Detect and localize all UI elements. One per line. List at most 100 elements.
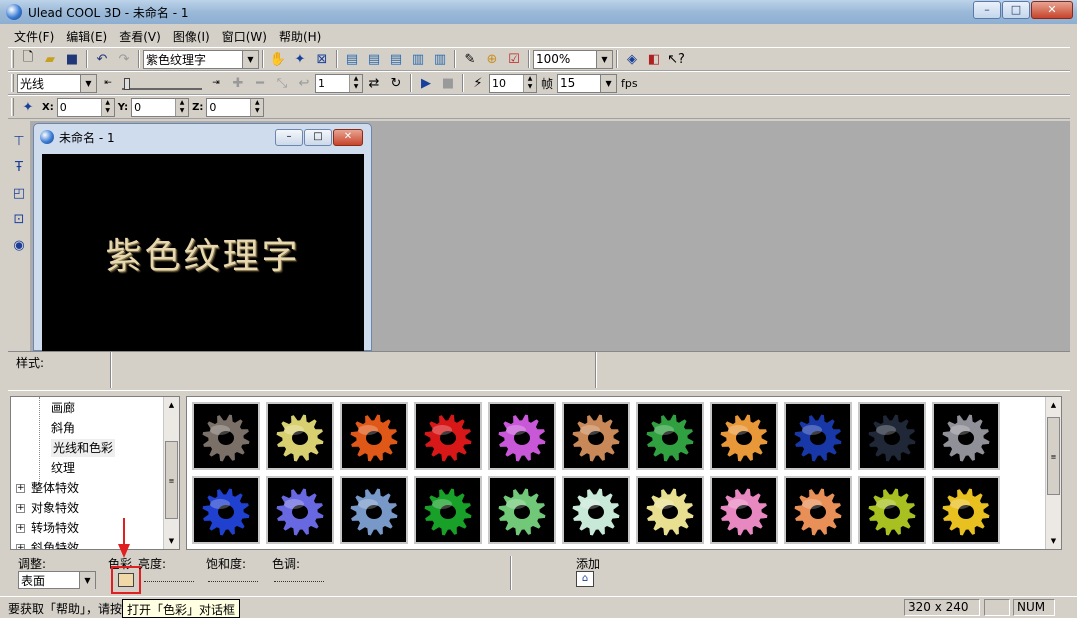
preset-thumbnail[interactable] (340, 402, 408, 470)
chevron-down-icon[interactable]: ▼ (600, 74, 617, 92)
align-middle-icon[interactable]: ▤ (364, 49, 384, 69)
gallery-scrollbar[interactable]: ▲ ≡ ▼ (1045, 397, 1061, 549)
tree-item-global-effects[interactable]: 整体特效 (31, 479, 79, 497)
minimize-button[interactable]: – (973, 1, 1001, 19)
doc-close-button[interactable]: ✕ (333, 129, 363, 146)
preset-thumbnail[interactable] (414, 476, 482, 544)
save-icon[interactable]: ■ (62, 49, 82, 69)
chevron-down-icon[interactable]: ▼ (80, 74, 96, 92)
preset-thumbnail[interactable] (932, 476, 1000, 544)
tree-item-transition-effects[interactable]: 转场特效 (31, 519, 79, 537)
preset-thumbnail[interactable] (710, 476, 778, 544)
toolbar-grip[interactable] (11, 98, 14, 116)
rotate-object-icon[interactable]: ✦ (290, 49, 310, 69)
scroll-thumb[interactable]: ≡ (1047, 417, 1060, 495)
preset-thumbnail[interactable] (266, 476, 334, 544)
insert-geometry-icon[interactable]: ◉ (9, 235, 29, 255)
stop-icon[interactable]: ■ (438, 73, 458, 93)
preset-thumbnail[interactable] (488, 402, 556, 470)
edit-shape-icon[interactable]: ⊡ (9, 209, 29, 229)
hue-slider[interactable] (274, 572, 324, 582)
tree-item-object-effects[interactable]: 对象特效 (31, 499, 79, 517)
insert-text-icon[interactable]: ⊤ (9, 131, 29, 151)
wand-icon[interactable]: ✎ (460, 49, 480, 69)
menu-help[interactable]: 帮助(H) (273, 28, 327, 45)
align-right-icon[interactable]: ▥ (430, 49, 450, 69)
x-field[interactable]: 0 ▲ ▼ (56, 97, 115, 117)
expand-icon[interactable]: + (16, 504, 25, 513)
scroll-down-icon[interactable]: ▼ (164, 533, 179, 549)
plugin-icon[interactable]: ◧ (644, 49, 664, 69)
timeline-slider[interactable] (122, 76, 202, 90)
tree-item-texture[interactable]: 纹理 (51, 459, 75, 477)
preset-thumbnail[interactable] (488, 476, 556, 544)
tree-item-bevel-effects[interactable]: 斜角特效 (31, 539, 79, 549)
preset-thumbnail[interactable] (266, 402, 334, 470)
align-top-icon[interactable]: ▤ (342, 49, 362, 69)
preset-thumbnail[interactable] (784, 402, 852, 470)
doc-maximize-button[interactable]: □ (304, 129, 332, 146)
scroll-down-icon[interactable]: ▼ (1046, 533, 1061, 549)
preset-gallery[interactable]: ▲ ≡ ▼ (186, 396, 1062, 550)
toolbar-grip[interactable] (11, 50, 14, 68)
align-bottom-icon[interactable]: ▤ (386, 49, 406, 69)
saturation-slider[interactable] (208, 572, 258, 582)
align-left-icon[interactable]: ▥ (408, 49, 428, 69)
preview-canvas[interactable]: 紫色纹理字 (42, 154, 364, 352)
preset-thumbnail[interactable] (414, 402, 482, 470)
preset-thumbnail[interactable] (562, 402, 630, 470)
fps-combo[interactable]: 15 ▼ (557, 73, 618, 93)
edit-text-icon[interactable]: Ŧ (9, 157, 29, 177)
chart-icon[interactable]: ☑ (504, 49, 524, 69)
chevron-down-icon[interactable]: ▼ (79, 572, 95, 589)
preset-thumbnail[interactable] (636, 402, 704, 470)
preset-thumbnail[interactable] (858, 402, 926, 470)
effects-tree[interactable]: 画廊 斜角 光线和色彩 纹理 + 整体特效 + 对象特效 + 转场特效 + 斜角… (10, 396, 180, 550)
menu-edit[interactable]: 编辑(E) (60, 28, 113, 45)
add-key-icon[interactable]: ✚ (228, 73, 248, 93)
undo-key-icon[interactable]: ↩ (294, 73, 314, 93)
expand-icon[interactable]: + (16, 484, 25, 493)
tree-scrollbar[interactable]: ▲ ≡ ▼ (163, 397, 179, 549)
preset-thumbnail[interactable] (932, 402, 1000, 470)
scroll-up-icon[interactable]: ▲ (1046, 397, 1061, 413)
preset-thumbnail[interactable] (710, 402, 778, 470)
reverse-key-icon[interactable]: ⤡ (272, 73, 292, 93)
surface-combo[interactable]: 表面 ▼ (18, 571, 96, 589)
loop-icon[interactable]: ⇄ (364, 73, 384, 93)
zoom-combo[interactable]: 100% ▼ (533, 49, 613, 69)
last-key-icon[interactable]: ⇥ (206, 73, 226, 93)
z-field[interactable]: 0 ▲ ▼ (206, 97, 265, 117)
expand-icon[interactable]: + (16, 524, 25, 533)
spin-arrows-icon[interactable]: ▲ ▼ (349, 74, 362, 92)
color-button[interactable] (111, 566, 141, 594)
chevron-down-icon[interactable]: ▼ (596, 50, 612, 68)
brightness-slider[interactable] (144, 572, 194, 582)
undo-icon[interactable]: ↶ (92, 49, 112, 69)
hand-icon[interactable]: ✋ (268, 49, 288, 69)
menu-view[interactable]: 查看(V) (113, 28, 167, 45)
close-button[interactable]: ✕ (1031, 1, 1073, 19)
timeline-thumb[interactable] (124, 78, 130, 90)
preset-thumbnail[interactable] (858, 476, 926, 544)
spin-arrows-icon[interactable]: ▲ ▼ (250, 98, 264, 116)
preset-thumbnail[interactable] (562, 476, 630, 544)
scroll-up-icon[interactable]: ▲ (164, 397, 179, 413)
tree-item-gallery[interactable]: 画廊 (51, 399, 75, 417)
tree-item-light-color[interactable]: 光线和色彩 (51, 439, 116, 457)
remove-key-icon[interactable]: ━ (250, 73, 270, 93)
canvas-3d-text[interactable]: 紫色纹理字 (105, 227, 300, 279)
frames-field[interactable]: 10 ▲ ▼ (489, 73, 537, 93)
frame-field[interactable]: 1 ▲ ▼ (315, 73, 363, 93)
preset-thumbnail[interactable] (340, 476, 408, 544)
attribute-combo[interactable]: 光线 ▼ (17, 73, 97, 93)
preset-thumbnail[interactable] (636, 476, 704, 544)
menu-image[interactable]: 图像(I) (167, 28, 216, 45)
open-folder-icon[interactable]: ▰ (40, 49, 60, 69)
globe-icon[interactable]: ⊕ (482, 49, 502, 69)
redo-icon[interactable]: ↷ (114, 49, 134, 69)
menu-window[interactable]: 窗口(W) (216, 28, 273, 45)
resize-object-icon[interactable]: ⊠ (312, 49, 332, 69)
context-help-icon[interactable]: ↖? (666, 49, 686, 69)
y-field[interactable]: 0 ▲ ▼ (131, 97, 190, 117)
